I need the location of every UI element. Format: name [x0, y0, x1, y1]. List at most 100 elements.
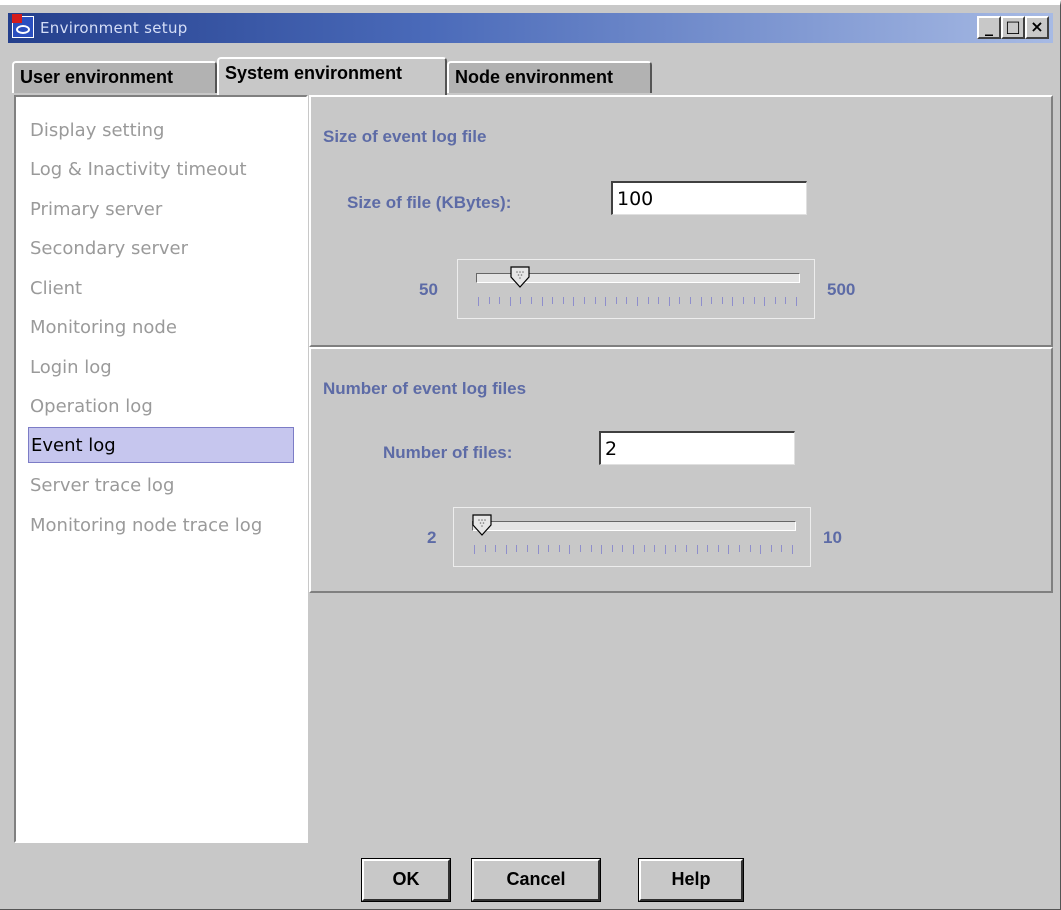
slider-tick — [484, 545, 486, 552]
slider-tick — [696, 545, 698, 554]
nav-item-server-trace-log[interactable]: Server trace log — [28, 468, 294, 504]
slider-max-label: 500 — [827, 280, 856, 299]
ok-button[interactable]: OK — [361, 858, 451, 902]
slider-tick — [611, 545, 613, 552]
nav-item-event-log[interactable]: Event log — [28, 427, 294, 463]
slider-tick — [509, 297, 511, 306]
slider-tick — [505, 545, 507, 554]
slider-tick — [796, 297, 797, 306]
nav-item-monitoring-node[interactable]: Monitoring node — [28, 310, 294, 346]
tab-system-environment[interactable]: System environment — [217, 57, 447, 95]
slider-tick — [749, 545, 751, 552]
slider-tick — [717, 545, 719, 552]
slider-tick — [654, 545, 656, 552]
slider-tick — [516, 545, 518, 552]
number-of-event-log-files-panel: Number of event log files Number of file… — [309, 347, 1053, 593]
slider-tick — [531, 297, 532, 304]
slider-tick — [707, 545, 709, 552]
slider-tick — [785, 297, 787, 304]
slider-tick — [721, 297, 723, 304]
slider-tick — [548, 545, 550, 552]
slider-tick — [637, 297, 638, 306]
slider-ticks — [474, 545, 796, 554]
slider-tick — [760, 545, 762, 554]
slider-tick — [474, 545, 475, 554]
slider-tick — [541, 297, 543, 306]
slider-min-label: 2 — [427, 528, 437, 547]
settings-content: Size of event log file Size of file (KBy… — [309, 95, 1053, 843]
slider-tick — [643, 545, 645, 552]
slider-tick — [552, 297, 554, 304]
size-of-event-log-file-panel: Size of event log file Size of file (KBy… — [309, 95, 1053, 347]
window-title: Environment setup — [40, 19, 188, 37]
slider-tick — [633, 545, 634, 554]
help-button[interactable]: Help — [638, 858, 744, 902]
slider-tick — [690, 297, 691, 304]
size-of-file-input[interactable] — [611, 181, 807, 215]
slider-tick — [488, 297, 490, 304]
slider-tick — [675, 545, 677, 552]
title-bar[interactable]: Environment setup _ □ × — [8, 13, 1053, 43]
nav-item-client[interactable]: Client — [28, 271, 294, 307]
slider-track[interactable] — [472, 521, 796, 531]
slider-min-label: 50 — [419, 280, 438, 299]
number-of-files-input[interactable] — [599, 431, 795, 465]
slider-tick — [743, 297, 744, 304]
panel-title: Number of event log files — [323, 379, 527, 398]
slider-tick — [679, 297, 681, 304]
slider-tick — [668, 297, 670, 306]
slider-tick — [478, 297, 479, 306]
nav-item-operation-log[interactable]: Operation log — [28, 389, 294, 425]
slider-tick — [615, 297, 617, 304]
minimize-button[interactable]: _ — [977, 16, 1001, 39]
nav-item-secondary-server[interactable]: Secondary server — [28, 231, 294, 267]
nav-item-monitoring-node-trace-log[interactable]: Monitoring node trace log — [28, 508, 294, 544]
settings-category-list: Display setting Log & Inactivity timeout… — [14, 95, 308, 843]
slider-tick — [626, 297, 628, 304]
slider-thumb[interactable] — [509, 266, 530, 288]
nav-item-log-inactivity-timeout[interactable]: Log & Inactivity timeout — [28, 152, 294, 188]
maximize-button[interactable]: □ — [1001, 16, 1025, 39]
cancel-button[interactable]: Cancel — [471, 858, 601, 902]
slider-tick — [792, 545, 793, 554]
number-of-files-slider[interactable] — [453, 507, 811, 567]
slider-tick — [781, 545, 783, 552]
slider-tick — [580, 545, 581, 552]
tab-label: Node environment — [455, 67, 614, 87]
slider-tick — [499, 297, 501, 304]
panel-title: Size of event log file — [323, 127, 487, 146]
slider-tick — [584, 297, 585, 304]
size-of-file-slider[interactable] — [457, 259, 815, 319]
tab-user-environment[interactable]: User environment — [12, 61, 217, 93]
nav-item-display-setting[interactable]: Display setting — [28, 113, 294, 149]
tab-label: System environment — [225, 63, 403, 83]
field-label: Number of files: — [383, 443, 513, 462]
slider-tick — [753, 297, 755, 304]
slider-thumb[interactable] — [472, 514, 492, 536]
slider-tick — [711, 297, 713, 304]
close-button[interactable]: × — [1025, 16, 1049, 39]
slider-tick — [774, 297, 776, 304]
slider-tick — [590, 545, 592, 552]
slider-ticks — [478, 297, 800, 306]
slider-tick — [770, 545, 772, 552]
slider-tick — [537, 545, 539, 554]
slider-max-label: 10 — [823, 528, 842, 547]
slider-tick — [700, 297, 702, 306]
slider-tick — [732, 297, 734, 306]
slider-tick — [558, 545, 560, 552]
nav-item-login-log[interactable]: Login log — [28, 350, 294, 386]
slider-tick — [764, 297, 766, 306]
slider-tick — [527, 545, 528, 552]
slider-tick — [647, 297, 649, 304]
slider-tick — [495, 545, 497, 552]
slider-tick — [622, 545, 624, 552]
slider-tick — [573, 297, 575, 306]
nav-item-primary-server[interactable]: Primary server — [28, 192, 294, 228]
slider-tick — [686, 545, 687, 552]
slider-tick — [605, 297, 607, 306]
slider-tick — [739, 545, 740, 552]
slider-tick — [562, 297, 564, 304]
tab-node-environment[interactable]: Node environment — [447, 61, 652, 93]
slider-tick — [594, 297, 596, 304]
